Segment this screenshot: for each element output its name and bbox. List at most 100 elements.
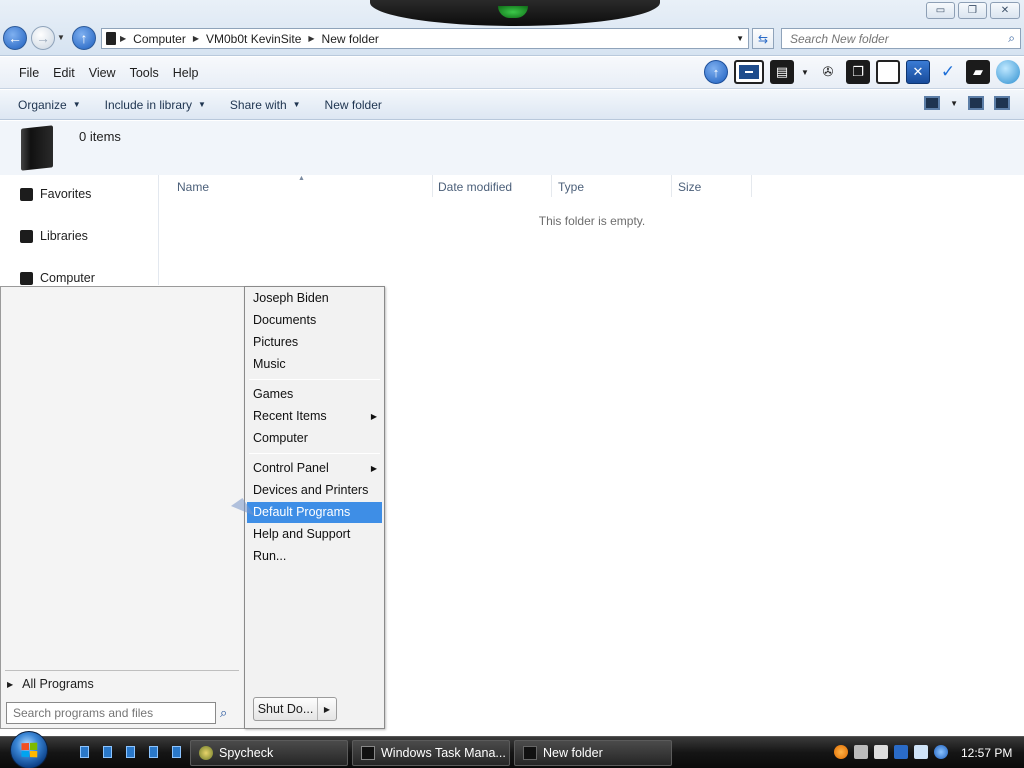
chevron-down-icon[interactable]: ▼: [800, 60, 810, 84]
taskbar-button-task-manager[interactable]: Windows Task Mana...: [352, 740, 510, 766]
start-item-default-programs[interactable]: Default Programs: [247, 502, 382, 523]
go-up-icon[interactable]: ↑: [704, 60, 728, 84]
nav-item-favorites[interactable]: Favorites: [20, 187, 91, 201]
start-search-input[interactable]: [7, 703, 215, 723]
nav-item-computer[interactable]: Computer: [20, 271, 95, 285]
delete-icon[interactable]: ✕: [906, 60, 930, 84]
search-tray-icon[interactable]: [834, 745, 848, 759]
column-divider[interactable]: [551, 175, 552, 197]
column-date-modified[interactable]: Date modified: [438, 180, 512, 194]
search-box[interactable]: ⌕: [781, 28, 1021, 49]
start-item-music[interactable]: Music: [247, 354, 382, 375]
forward-button[interactable]: →: [31, 26, 55, 50]
start-item-devices-and-printers[interactable]: Devices and Printers: [247, 480, 382, 501]
recent-pages-dropdown[interactable]: ▼: [57, 33, 65, 42]
address-history-dropdown[interactable]: ▼: [736, 34, 744, 43]
menu-file[interactable]: File: [12, 66, 46, 80]
help-icon[interactable]: [994, 96, 1010, 110]
quick-launch-icon[interactable]: [103, 746, 112, 758]
tray-app-icon[interactable]: [854, 745, 868, 759]
column-type[interactable]: Type: [558, 180, 584, 194]
taskbar-button-new-folder[interactable]: New folder: [514, 740, 672, 766]
minimize-button[interactable]: ▭: [926, 2, 955, 19]
start-item-documents[interactable]: Documents: [247, 310, 382, 331]
include-in-library-button[interactable]: Include in library ▼: [97, 98, 214, 112]
menu-tools[interactable]: Tools: [123, 66, 166, 80]
start-item-recent-items[interactable]: Recent Items ▶: [247, 406, 382, 427]
refresh-button[interactable]: ⇆: [752, 28, 774, 49]
nav-item-label: Libraries: [40, 229, 88, 243]
nav-item-label: Favorites: [40, 187, 92, 201]
window-view-icon[interactable]: [734, 60, 764, 84]
flag-icon[interactable]: [894, 745, 908, 759]
shutdown-button[interactable]: Shut Do... ▶: [253, 697, 337, 721]
up-button[interactable]: ↑: [72, 26, 96, 50]
clock[interactable]: 12:57 PM: [961, 746, 1012, 760]
quick-launch-icon[interactable]: [149, 746, 158, 758]
chevron-down-icon: ▼: [198, 100, 206, 109]
chevron-right-icon: ▶: [370, 464, 377, 473]
start-item-user[interactable]: Joseph Biden: [247, 288, 382, 309]
quick-launch: [80, 746, 181, 758]
column-divider[interactable]: [671, 175, 672, 197]
quick-launch-icon[interactable]: [126, 746, 135, 758]
share-with-button[interactable]: Share with ▼: [222, 98, 309, 112]
change-view-icon[interactable]: [924, 96, 941, 110]
all-programs-button[interactable]: ▶ All Programs: [7, 677, 94, 691]
preview-pane-icon[interactable]: [968, 96, 984, 110]
checkmark-icon[interactable]: ✓: [936, 60, 960, 84]
search-icon[interactable]: ⌕: [220, 705, 227, 721]
start-search-box[interactable]: [6, 702, 216, 724]
shutdown-options-icon[interactable]: ▶: [318, 698, 336, 720]
breadcrumb-computer[interactable]: Computer: [130, 32, 189, 46]
nav-item-libraries[interactable]: Libraries: [20, 229, 88, 243]
tray-app-icon[interactable]: [874, 745, 888, 759]
library-icon: [20, 229, 33, 243]
back-button[interactable]: ←: [3, 26, 27, 50]
volume-icon[interactable]: [934, 745, 948, 759]
taskbar-button-spycheck[interactable]: Spycheck: [190, 740, 348, 766]
chevron-down-icon[interactable]: ▼: [950, 99, 958, 108]
organize-button[interactable]: Organize ▼: [10, 98, 89, 112]
search-icon[interactable]: ⌕: [1008, 31, 1015, 46]
breadcrumb-current[interactable]: New folder: [319, 32, 382, 46]
close-button[interactable]: ✕: [990, 2, 1020, 19]
start-item-control-panel[interactable]: Control Panel ▶: [247, 458, 382, 479]
search-input[interactable]: [782, 29, 992, 48]
start-item-help-and-support[interactable]: Help and Support: [247, 524, 382, 545]
chevron-right-icon[interactable]: ▶: [120, 34, 126, 43]
new-folder-button[interactable]: New folder: [317, 98, 390, 112]
shutdown-label[interactable]: Shut Do...: [254, 698, 318, 720]
copy-icon[interactable]: ❐: [846, 60, 870, 84]
quick-launch-icon[interactable]: [80, 746, 89, 758]
menu-view[interactable]: View: [82, 66, 123, 80]
chevron-right-icon[interactable]: ▶: [193, 34, 199, 43]
breadcrumb-site[interactable]: VM0b0t KevinSite: [203, 32, 304, 46]
start-item-games[interactable]: Games: [247, 384, 382, 405]
menu-edit[interactable]: Edit: [46, 66, 82, 80]
restore-button[interactable]: ❐: [958, 2, 987, 19]
nav-item-label: Computer: [40, 271, 95, 285]
column-divider[interactable]: [432, 175, 433, 197]
command-bar: Organize ▼ Include in library ▼ Share wi…: [0, 90, 1024, 120]
column-size[interactable]: Size: [678, 180, 701, 194]
drive-icon[interactable]: ▰: [966, 60, 990, 84]
start-item-pictures[interactable]: Pictures: [247, 332, 382, 353]
menu-help[interactable]: Help: [166, 66, 206, 80]
network-icon[interactable]: [914, 745, 928, 759]
column-divider[interactable]: [751, 175, 752, 197]
column-name[interactable]: Name: [177, 180, 209, 194]
start-button[interactable]: [10, 731, 48, 768]
folder-options-icon[interactable]: ▤: [770, 60, 794, 84]
paste-icon[interactable]: [876, 60, 900, 84]
start-item-label: Control Panel: [253, 461, 329, 475]
folder-icon: [21, 125, 53, 171]
title-bar: ▭ ❐ ✕ ← → ▼ ↑ ▶ Computer ▶ VM0b0t KevinS…: [0, 0, 1024, 56]
start-item-run[interactable]: Run...: [247, 546, 382, 567]
shell-icon[interactable]: [996, 60, 1020, 84]
chevron-right-icon[interactable]: ▶: [308, 34, 314, 43]
address-bar[interactable]: ▶ Computer ▶ VM0b0t KevinSite ▶ New fold…: [101, 28, 749, 49]
start-item-computer[interactable]: Computer: [247, 428, 382, 449]
quick-launch-icon[interactable]: [172, 746, 181, 758]
film-reel-icon[interactable]: ✇: [816, 60, 840, 84]
